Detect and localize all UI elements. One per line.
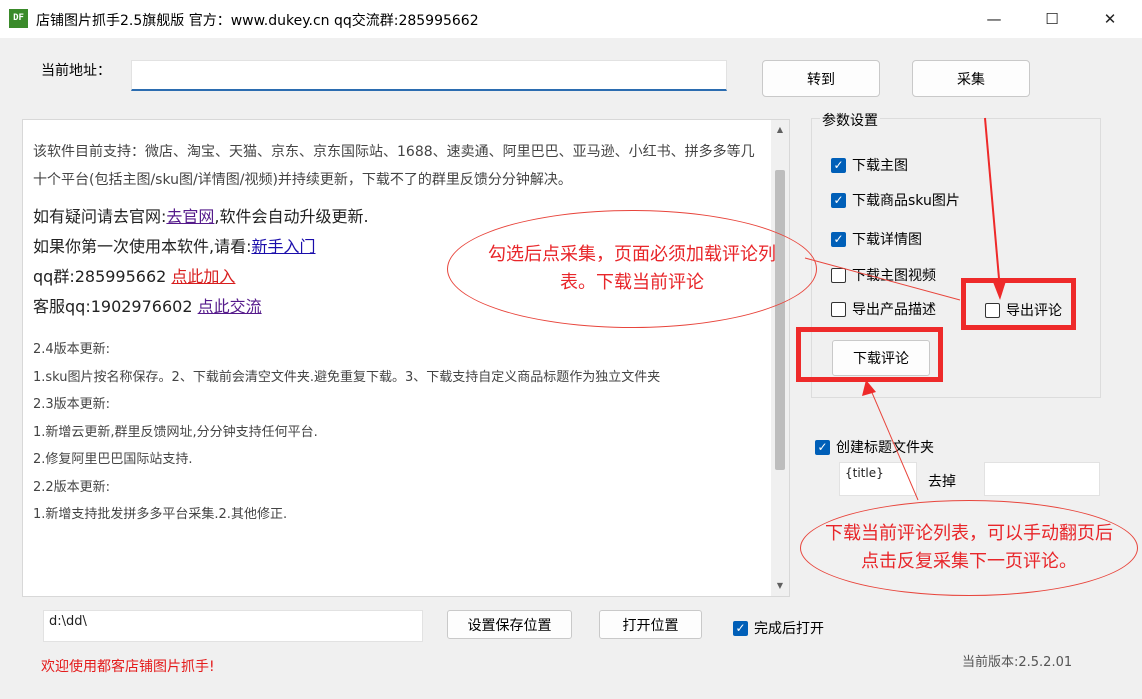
close-button[interactable]: ✕ [1081,0,1139,38]
goto-button[interactable]: 转到 [762,60,880,97]
checkbox-label: 创建标题文件夹 [836,440,934,456]
checkbox-label: 下载商品sku图片 [852,193,960,209]
beginner-prefix: 如果你第一次使用本软件,请看: [33,237,252,256]
checkbox-label: 下载主图视频 [852,268,936,284]
join-group-link[interactable]: 点此加入 [171,267,235,286]
version-label: 当前版本:2.5.2.01 [962,655,1073,670]
scroll-down-arrow-icon[interactable]: ▼ [771,578,789,594]
intro-text: 该软件目前支持：微店、淘宝、天猫、京东、京东国际站、1688、速卖通、阿里巴巴、… [33,144,755,188]
maximize-button[interactable]: ☐ [1023,0,1081,38]
window-title: 店铺图片抓手2.5旗舰版 官方：www.dukey.cn qq交流群:28599… [36,13,479,29]
title-bar: DF 店铺图片抓手2.5旗舰版 官方：www.dukey.cn qq交流群:28… [0,0,1142,38]
create-title-folder-checkbox[interactable]: ✓ 创建标题文件夹 [815,437,934,457]
checkbox-label: 下载主图 [852,158,908,174]
params-group-title: 参数设置 [820,110,880,130]
remove-text-input[interactable] [984,462,1100,496]
checkmark-icon: ✓ [831,231,846,247]
info-content: 该软件目前支持：微店、淘宝、天猫、京东、京东国际站、1688、速卖通、阿里巴巴、… [33,138,761,529]
save-path-input[interactable]: d:\dd\ [43,610,423,642]
collect-button[interactable]: 采集 [912,60,1030,97]
note-line: 1.新增云更新,群里反馈网址,分分钟支持任何平台. [33,424,318,440]
checkbox-label: 完成后打开 [754,621,824,637]
download-sku-checkbox[interactable]: ✓ 下载商品sku图片 [831,190,960,210]
address-label: 当前地址： [41,63,111,79]
note-line: 2.4版本更新: [33,342,111,357]
app-icon: DF [9,9,28,28]
open-after-finish-checkbox[interactable]: ✓ 完成后打开 [733,618,824,638]
checkbox-label: 导出产品描述 [852,302,936,318]
download-video-checkbox[interactable]: 下载主图视频 [831,265,936,285]
note-line: 1.新增支持批发拼多多平台采集.2.其他修正. [33,507,288,522]
highlight-box-export-reviews [961,278,1076,330]
empty-checkbox-box [831,301,846,317]
highlight-box-download-reviews [796,327,943,382]
note-line: 2.修复阿里巴巴国际站支持. [33,452,193,467]
vertical-scrollbar[interactable]: ▲ ▼ [771,120,789,596]
open-location-button[interactable]: 打开位置 [599,610,702,639]
website-suffix: ,软件会自动升级更新. [214,207,369,226]
folder-template-input[interactable]: {title} [839,462,917,496]
qq-group-prefix: qq群:285995662 [33,267,172,286]
status-message: 欢迎使用都客店铺图片抓手! [41,659,215,675]
note-line: 2.3版本更新: [33,397,111,412]
checkbox-label: 下载详情图 [852,232,922,248]
set-save-location-button[interactable]: 设置保存位置 [447,610,572,639]
checkmark-icon: ✓ [831,192,846,208]
download-main-checkbox[interactable]: ✓ 下载主图 [831,155,908,175]
support-qq-prefix: 客服qq:1902976602 [33,297,198,316]
checkmark-icon: ✓ [831,157,846,173]
annotation-callout-2: 下载当前评论列表，可以手动翻页后点击反复采集下一页评论。 [800,500,1138,596]
beginner-guide-link[interactable]: 新手入门 [251,237,315,256]
scroll-up-arrow-icon[interactable]: ▲ [771,122,789,138]
checkmark-icon: ✓ [815,439,830,455]
contact-support-link[interactable]: 点此交流 [198,297,262,316]
checkmark-icon: ✓ [733,620,748,636]
website-prefix: 如有疑问请去官网: [33,207,167,226]
note-line: 2.2版本更新: [33,479,111,495]
export-description-checkbox[interactable]: 导出产品描述 [831,299,936,319]
empty-checkbox-box [831,267,846,283]
minimize-button[interactable]: — [965,0,1023,38]
release-notes: 2.4版本更新: 1.sku图片按名称保存。2、下载前会清空文件夹.避免重复下载… [33,336,761,529]
download-detail-checkbox[interactable]: ✓ 下载详情图 [831,229,922,249]
url-input[interactable] [131,60,727,91]
remove-label: 去掉 [928,474,956,490]
note-line: 1.sku图片按名称保存。2、下载前会清空文件夹.避免重复下载。3、下载支持自定… [33,369,661,385]
info-panel[interactable]: 该软件目前支持：微店、淘宝、天猫、京东、京东国际站、1688、速卖通、阿里巴巴、… [22,119,790,597]
website-link[interactable]: 去官网 [166,207,214,226]
annotation-callout-1: 勾选后点采集，页面必须加载评论列表。下载当前评论 [447,210,817,328]
scroll-thumb[interactable] [775,170,785,470]
